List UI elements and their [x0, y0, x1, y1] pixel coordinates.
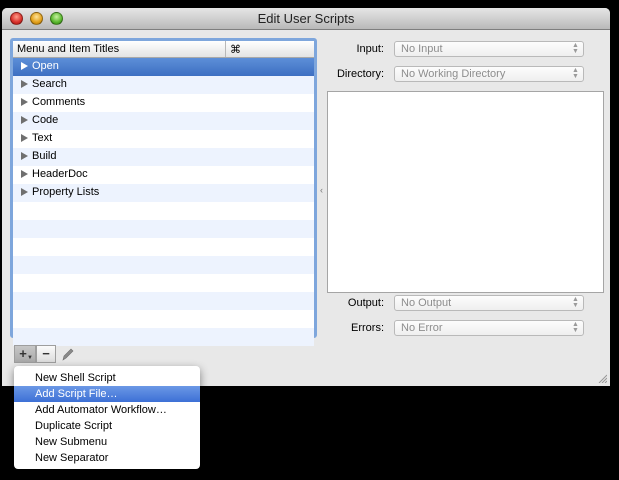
list-item-property-lists[interactable]: Property Lists — [13, 184, 314, 202]
empty-row — [13, 274, 314, 292]
edit-script-button[interactable] — [58, 345, 78, 363]
list-header: Menu and Item Titles ⌘ — [13, 41, 314, 58]
updown-arrows-icon: ▲ ▼ — [572, 321, 579, 334]
dropdown-caret-icon: ▼ — [27, 355, 33, 361]
disclosure-triangle-icon[interactable] — [21, 170, 28, 178]
column-divider — [225, 41, 226, 57]
empty-row — [13, 238, 314, 256]
disclosure-triangle-icon[interactable] — [21, 98, 28, 106]
minus-icon: − — [42, 346, 50, 361]
errors-label: Errors: — [351, 322, 384, 334]
errors-popup-value: No Error — [401, 322, 443, 334]
edit-user-scripts-window: Edit User Scripts Menu and Item Titles ⌘… — [2, 8, 610, 386]
pencil-icon — [62, 348, 74, 361]
list-item-label: Comments — [32, 96, 86, 108]
window-title: Edit User Scripts — [257, 11, 355, 26]
empty-row — [13, 328, 314, 346]
disclosure-triangle-icon[interactable] — [21, 188, 28, 196]
menu-item-new-shell-script[interactable]: New Shell Script — [14, 370, 200, 386]
output-popup-value: No Output — [401, 297, 452, 309]
input-popup-value: No Input — [401, 43, 443, 55]
empty-row — [13, 292, 314, 310]
resize-grip-icon[interactable] — [597, 373, 607, 383]
add-script-menu: New Shell Script Add Script File… Add Au… — [14, 366, 200, 469]
empty-row — [13, 256, 314, 274]
add-script-button[interactable]: + ▼ — [14, 345, 36, 363]
list-item-comments[interactable]: Comments — [13, 94, 314, 112]
split-view-handle-icon[interactable]: ‹ — [320, 185, 323, 195]
list-item-label: Property Lists — [32, 186, 100, 198]
menu-item-duplicate-script[interactable]: Duplicate Script — [14, 418, 200, 434]
output-label: Output: — [347, 297, 384, 309]
list-item-open[interactable]: Open — [13, 58, 314, 76]
list-item-text[interactable]: Text — [13, 130, 314, 148]
updown-arrows-icon: ▲ ▼ — [572, 296, 579, 309]
list-item-search[interactable]: Search — [13, 76, 314, 94]
remove-script-button[interactable]: − — [36, 345, 56, 363]
script-editor[interactable] — [327, 91, 604, 293]
errors-popup[interactable]: No Error ▲ ▼ — [394, 320, 584, 336]
list-item-label: HeaderDoc — [32, 168, 88, 180]
menu-item-add-automator-workflow[interactable]: Add Automator Workflow… — [14, 402, 200, 418]
empty-row — [13, 202, 314, 220]
list-item-build[interactable]: Build — [13, 148, 314, 166]
list-item-label: Search — [32, 78, 67, 90]
input-label: Input: — [356, 43, 384, 55]
title-bar[interactable]: Edit User Scripts — [2, 8, 610, 30]
list-item-label: Open — [32, 60, 59, 72]
list-rows: Open Search Comments Code Text Build Hea… — [13, 58, 314, 346]
updown-arrows-icon: ▲ ▼ — [572, 67, 579, 80]
empty-row — [13, 310, 314, 328]
disclosure-triangle-icon[interactable] — [21, 116, 28, 124]
list-item-headerdoc[interactable]: HeaderDoc — [13, 166, 314, 184]
directory-popup[interactable]: No Working Directory ▲ ▼ — [394, 66, 584, 82]
script-list[interactable]: Menu and Item Titles ⌘ Open Search Comme… — [10, 38, 317, 346]
directory-label: Directory: — [336, 68, 384, 80]
updown-arrows-icon: ▲ ▼ — [572, 42, 579, 55]
disclosure-triangle-icon[interactable] — [21, 152, 28, 160]
disclosure-triangle-icon[interactable] — [21, 80, 28, 88]
input-popup[interactable]: No Input ▲ ▼ — [394, 41, 584, 57]
list-item-code[interactable]: Code — [13, 112, 314, 130]
list-item-label: Build — [32, 150, 57, 162]
menu-item-new-separator[interactable]: New Separator — [14, 450, 200, 466]
list-item-label: Text — [32, 132, 53, 144]
directory-popup-value: No Working Directory — [401, 68, 506, 80]
empty-row — [13, 220, 314, 238]
menu-item-new-submenu[interactable]: New Submenu — [14, 434, 200, 450]
list-item-label: Code — [32, 114, 59, 126]
column-header-titles[interactable]: Menu and Item Titles — [17, 43, 119, 55]
disclosure-triangle-icon[interactable] — [21, 134, 28, 142]
menu-item-add-script-file[interactable]: Add Script File… — [14, 386, 200, 402]
disclosure-triangle-icon[interactable] — [21, 62, 28, 70]
output-popup[interactable]: No Output ▲ ▼ — [394, 295, 584, 311]
column-header-shortcut[interactable]: ⌘ — [230, 43, 241, 56]
